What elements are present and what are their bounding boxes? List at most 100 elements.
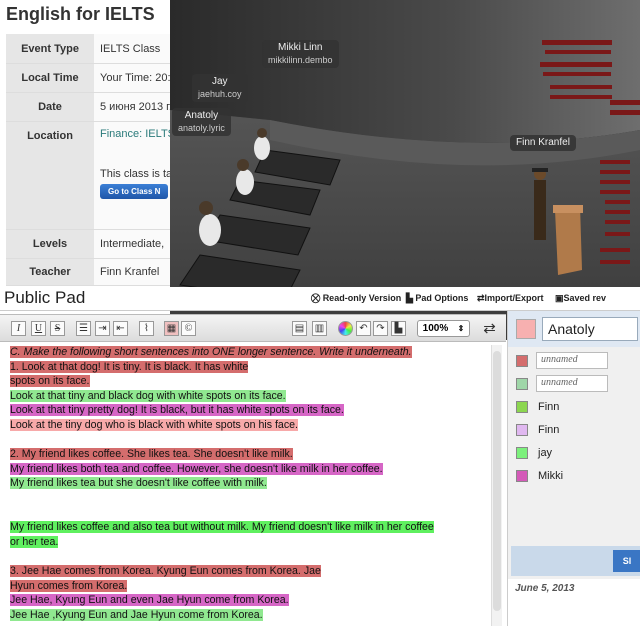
event-label: Levels — [6, 230, 94, 258]
location-link[interactable]: Finance: IELTS — [100, 128, 175, 140]
user-color-swatch — [516, 377, 528, 390]
pad-line[interactable]: spots on its face. — [10, 374, 490, 389]
my-color-swatch[interactable] — [516, 319, 536, 339]
editor-scrollbar[interactable] — [491, 345, 502, 626]
avatar-nametag-anatoly[interactable]: Anatoly anatoly.lyric — [172, 108, 231, 136]
pad-line-text: Look at that tiny and black dog with whi… — [10, 389, 286, 402]
event-value: 5 июня 2013 г. — [94, 93, 176, 121]
import-export-link[interactable]: ⇄Import/Export — [477, 293, 544, 304]
event-details-table: Event Type IELTS Class Local Time Your T… — [6, 34, 176, 286]
user-color-swatch — [516, 446, 528, 459]
color-highlight-icon[interactable]: ▦ — [164, 321, 179, 336]
attachment-icon[interactable]: ⌇ — [139, 321, 154, 336]
pad-line[interactable] — [10, 506, 490, 521]
pad-line[interactable]: Jee Hae, Kyung Eun and even Jae Hyun com… — [10, 593, 490, 608]
avatar-name: Finn Kranfel — [516, 137, 570, 148]
pad-line-text: Hyun comes from Korea. — [10, 579, 128, 592]
event-row-location: Location Finance: IELTS This class is ta… — [6, 122, 176, 230]
pad-line[interactable]: My friend likes tea but she doesn't like… — [10, 476, 490, 491]
italic-button[interactable]: I — [11, 321, 26, 336]
pad-line[interactable]: C. Make the following short sentences in… — [10, 345, 490, 360]
user-color-swatch — [516, 400, 528, 413]
avatar-name: Jay — [211, 76, 228, 87]
pad-lines: C. Make the following short sentences in… — [10, 345, 490, 622]
zoom-value: 100% — [422, 323, 449, 334]
stepper-icon: ⇕ — [457, 324, 465, 333]
saved-revisions-link[interactable]: ▣Saved rev — [555, 293, 606, 304]
user-row[interactable]: unnamed — [508, 349, 640, 372]
pad-line[interactable] — [10, 491, 490, 506]
pad-line[interactable] — [10, 433, 490, 448]
bullet-list-icon[interactable]: ☰ — [76, 321, 91, 336]
pad-line[interactable]: Look at the tiny dog who is black with w… — [10, 418, 490, 433]
user-color-swatch — [516, 423, 528, 436]
event-row-time: Local Time Your Time: 20: — [6, 64, 176, 93]
event-label: Event Type — [6, 34, 94, 63]
editor-toolbar: I U S ☰ ⇥ ⇤ ⌇ ▦ © ▤ ▥ ↶ ↷ ▙ 100% ⇕ ⇄ — [0, 314, 506, 342]
event-value: Intermediate, — [94, 230, 176, 258]
saved-revisions-label: Saved rev — [563, 293, 607, 303]
color-wheel-icon[interactable] — [338, 321, 353, 336]
pad-line-text: Look at that tiny pretty dog! It is blac… — [10, 404, 344, 417]
outdent-icon[interactable]: ⇤ — [113, 321, 128, 336]
avatar-username: anatoly.lyric — [178, 123, 225, 133]
go-to-class-button[interactable]: Go to Class N — [100, 184, 169, 199]
pad-header: Public Pad ⛒ Read-only Version ▙ Pad Opt… — [0, 287, 640, 311]
pad-line[interactable]: 3. Jee Hae comes from Korea. Kyung Eun c… — [10, 564, 490, 579]
user-row[interactable]: Finn — [508, 418, 640, 441]
pad-line[interactable]: My friend likes both tea and coffee. How… — [10, 462, 490, 477]
pad-line-text: Look at the tiny dog who is black with w… — [10, 418, 298, 431]
event-label: Local Time — [6, 64, 94, 92]
scrollbar-thumb[interactable] — [493, 351, 501, 611]
pad-line[interactable]: or her tea. — [10, 535, 490, 550]
avatar-nametag-mikki[interactable]: Mikki Linn mikkilinn.dembo — [262, 40, 339, 68]
user-row[interactable]: Finn — [508, 395, 640, 418]
user-row[interactable]: unnamed — [508, 372, 640, 395]
zoom-select[interactable]: 100% ⇕ — [417, 320, 470, 337]
avatar-name: Anatoly — [184, 110, 219, 121]
event-row-type: Event Type IELTS Class — [6, 34, 176, 64]
user-row[interactable]: Mikki — [508, 464, 640, 487]
pad-line[interactable]: Look at that tiny pretty dog! It is blac… — [10, 403, 490, 418]
pad-line[interactable]: Jee Hae ,Kyung Eun and Jae Hyun come fro… — [10, 608, 490, 623]
undo-icon[interactable]: ↶ — [356, 321, 371, 336]
pad-options-link[interactable]: ▙ Pad Options — [406, 293, 468, 304]
underline-button[interactable]: U — [31, 321, 46, 336]
pad-line-text: My friend likes both tea and coffee. How… — [10, 462, 383, 475]
pad-line[interactable]: 2. My friend likes coffee. She likes tea… — [10, 447, 490, 462]
document-icon[interactable]: ▤ — [292, 321, 307, 336]
user-color-swatch — [516, 354, 528, 367]
readonly-icon: ⛒ — [311, 293, 323, 303]
my-name-field[interactable]: Anatoly — [542, 317, 638, 341]
readonly-version-link[interactable]: ⛒ Read-only Version — [311, 293, 401, 304]
user-name-field[interactable]: unnamed — [536, 352, 608, 369]
import-export-label: Import/Export — [484, 293, 544, 303]
redo-icon[interactable]: ↷ — [373, 321, 388, 336]
pad-line[interactable] — [10, 549, 490, 564]
saved-revisions-icon: ▣ — [555, 293, 564, 303]
save-icon[interactable]: ▙ — [391, 321, 406, 336]
pad-line[interactable]: 1. Look at that dog! It is tiny. It is b… — [10, 360, 490, 375]
pad-line-text: C. Make the following short sentences in… — [10, 346, 412, 358]
pad-line-text: Jee Hae, Kyung Eun and even Jae Hyun com… — [10, 594, 289, 607]
readonly-label: Read-only Version — [322, 293, 402, 303]
strikethrough-button[interactable]: S — [50, 321, 65, 336]
chat-send-button[interactable]: Sl — [613, 550, 640, 572]
pad-line[interactable]: Look at that tiny and black dog with whi… — [10, 389, 490, 404]
current-user: Anatoly — [508, 311, 640, 347]
pad-editor[interactable]: C. Make the following short sentences in… — [10, 345, 490, 626]
indent-icon[interactable]: ⇥ — [95, 321, 110, 336]
user-name-field[interactable]: unnamed — [536, 375, 608, 392]
copyright-icon[interactable]: © — [181, 321, 196, 336]
avatar-nametag-finn[interactable]: Finn Kranfel — [510, 135, 576, 151]
event-row-date: Date 5 июня 2013 г. — [6, 93, 176, 122]
pad-line[interactable]: Hyun comes from Korea. — [10, 579, 490, 594]
pad-line[interactable]: My friend likes coffee and also tea but … — [10, 520, 490, 535]
user-row[interactable]: jay — [508, 441, 640, 464]
avatar-username: jaehuh.coy — [198, 89, 242, 99]
layout-icon[interactable]: ▥ — [312, 321, 327, 336]
pad-title: Public Pad — [4, 288, 86, 307]
avatar-username: mikkilinn.dembo — [268, 55, 333, 65]
avatar-nametag-jay[interactable]: Jay jaehuh.coy — [192, 74, 248, 102]
swap-panels-icon[interactable]: ⇄ — [482, 321, 497, 337]
